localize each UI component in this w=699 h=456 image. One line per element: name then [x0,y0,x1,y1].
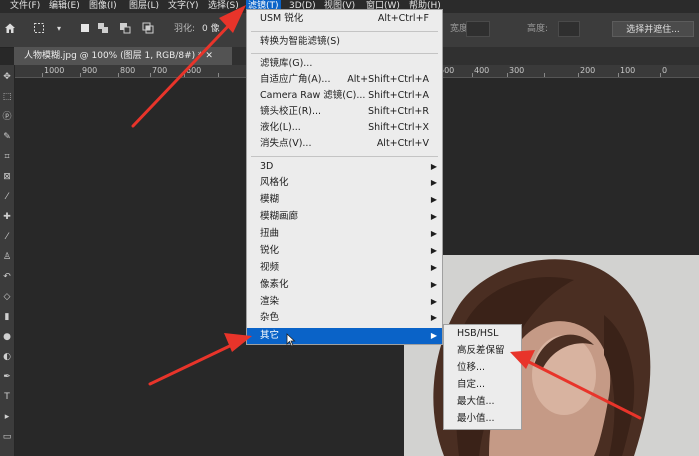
submenu-item-high-pass[interactable]: 高反差保留 [444,343,521,359]
menu-item-blur[interactable]: 模糊 ▶ [247,192,442,208]
menu-item-liquify[interactable]: 液化(L)... Shift+Ctrl+X [247,120,442,136]
brush-tool-icon[interactable]: ⁄ [1,231,13,243]
menu-layer[interactable]: 图层(L) [127,0,161,13]
healing-brush-icon[interactable]: ✚ [1,211,13,223]
ruler-label: 1000 [44,66,65,75]
lasso-tool-icon[interactable]: ⓟ [1,111,13,123]
menu-item-usm-sharpen[interactable]: USM 锐化 Alt+Ctrl+F [247,11,442,27]
new-selection-icon[interactable] [78,22,92,36]
select-and-mask-button[interactable]: 选择并遮住... [612,21,694,37]
submenu-arrow-icon: ▶ [430,331,437,340]
feather-input[interactable]: 0 像 [202,21,220,37]
frame-tool-icon[interactable]: ⊠ [1,171,13,183]
submenu-arrow-icon: ▶ [430,229,437,238]
menu-item-render[interactable]: 渲染 ▶ [247,294,442,310]
eyedropper-tool-icon[interactable]: ⁄ [1,191,13,203]
width-input[interactable] [466,21,490,37]
eraser-tool-icon[interactable]: ◇ [1,291,13,303]
chevron-down-icon[interactable]: ▾ [52,22,66,36]
marquee-tool-icon[interactable] [32,22,46,36]
submenu-arrow-icon: ▶ [430,162,437,171]
menu-item-noise[interactable]: 杂色 ▶ [247,310,442,326]
marquee-tool-icon[interactable]: ⬚ [1,91,13,103]
tools-panel: ✥ ⬚ ⓟ ✎ ⌗ ⊠ ⁄ ✚ ⁄ ♙ ↶ ◇ ▮ ● ◐ ✒ T ▸ ▭ [0,65,15,456]
height-label: 高度: [527,24,549,34]
history-brush-icon[interactable]: ↶ [1,271,13,283]
submenu-arrow-icon: ▶ [430,212,437,221]
filter-menu-dropdown: USM 锐化 Alt+Ctrl+F 转换为智能滤镜(S) 滤镜库(G)... 自适… [246,9,443,345]
menu-edit[interactable]: 编辑(E) [47,0,82,13]
menu-item-filter-gallery[interactable]: 滤镜库(G)... [247,56,442,72]
submenu-arrow-icon: ▶ [430,313,437,322]
menu-item-3d[interactable]: 3D ▶ [247,159,442,175]
submenu-arrow-icon: ▶ [430,178,437,187]
submenu-arrow-icon: ▶ [430,280,437,289]
ruler-label: 200 [580,66,596,75]
crop-tool-icon[interactable]: ⌗ [1,151,13,163]
menu-separator [251,156,438,157]
ruler-label: 0 [662,66,668,75]
menu-item-video[interactable]: 视频 ▶ [247,260,442,276]
ruler-label: 900 [82,66,98,75]
ruler-label: 800 [120,66,136,75]
other-submenu: HSB/HSL 高反差保留 位移... 自定... 最大值... 最小值... [443,324,522,430]
menu-item-pixelate[interactable]: 像素化 ▶ [247,277,442,293]
menu-separator [251,53,438,54]
ruler-label: 400 [474,66,490,75]
submenu-arrow-icon: ▶ [430,195,437,204]
submenu-item-custom[interactable]: 自定... [444,377,521,393]
menu-item-blur-gallery[interactable]: 模糊画廊 ▶ [247,209,442,225]
height-input[interactable] [558,21,580,37]
menu-file[interactable]: 文件(F) [8,0,42,13]
intersect-selection-icon[interactable] [141,22,155,36]
menu-item-distort[interactable]: 扭曲 ▶ [247,226,442,242]
mouse-cursor-icon [286,333,296,347]
menu-item-camera-raw[interactable]: Camera Raw 滤镜(C)... Shift+Ctrl+A [247,88,442,104]
shape-tool-icon[interactable]: ▭ [1,431,13,443]
menu-item-other[interactable]: 其它 ▶ [247,328,442,344]
submenu-item-hsb-hsl[interactable]: HSB/HSL [444,326,521,342]
quick-select-tool-icon[interactable]: ✎ [1,131,13,143]
ruler-label: 600 [186,66,202,75]
submenu-item-maximum[interactable]: 最大值... [444,394,521,410]
menu-item-sharpen[interactable]: 锐化 ▶ [247,243,442,259]
gradient-tool-icon[interactable]: ▮ [1,311,13,323]
submenu-item-minimum[interactable]: 最小值... [444,411,521,427]
add-selection-icon[interactable] [96,22,110,36]
menu-image[interactable]: 图像(I) [87,0,119,13]
menu-separator [251,31,438,32]
menu-type[interactable]: 文字(Y) [166,0,201,13]
type-tool-icon[interactable]: T [1,391,13,403]
submenu-arrow-icon: ▶ [430,297,437,306]
ruler-label: 100 [620,66,636,75]
submenu-arrow-icon: ▶ [430,263,437,272]
menu-item-vanishing-point[interactable]: 消失点(V)... Alt+Ctrl+V [247,136,442,152]
menu-item-adaptive-wide-angle[interactable]: 自适应广角(A)... Alt+Shift+Ctrl+A [247,72,442,88]
menu-item-lens-correction[interactable]: 镜头校正(R)... Shift+Ctrl+R [247,104,442,120]
document-tab[interactable]: 人物模糊.jpg @ 100% (图层 1, RGB/8#) * ✕ [14,47,232,65]
ruler-label: 300 [509,66,525,75]
blur-tool-icon[interactable]: ● [1,331,13,343]
move-tool-icon[interactable]: ✥ [1,71,13,83]
ruler-label: 700 [152,66,168,75]
path-select-tool-icon[interactable]: ▸ [1,411,13,423]
pen-tool-icon[interactable]: ✒ [1,371,13,383]
subtract-selection-icon[interactable] [118,22,132,36]
home-icon[interactable] [3,22,17,36]
stamp-tool-icon[interactable]: ♙ [1,251,13,263]
dodge-tool-icon[interactable]: ◐ [1,351,13,363]
menu-select[interactable]: 选择(S) [206,0,241,13]
feather-label: 羽化: [174,24,196,34]
menu-item-convert-smart-filters[interactable]: 转换为智能滤镜(S) [247,34,442,50]
submenu-item-offset[interactable]: 位移... [444,360,521,376]
menu-item-stylize[interactable]: 风格化 ▶ [247,175,442,191]
submenu-arrow-icon: ▶ [430,246,437,255]
